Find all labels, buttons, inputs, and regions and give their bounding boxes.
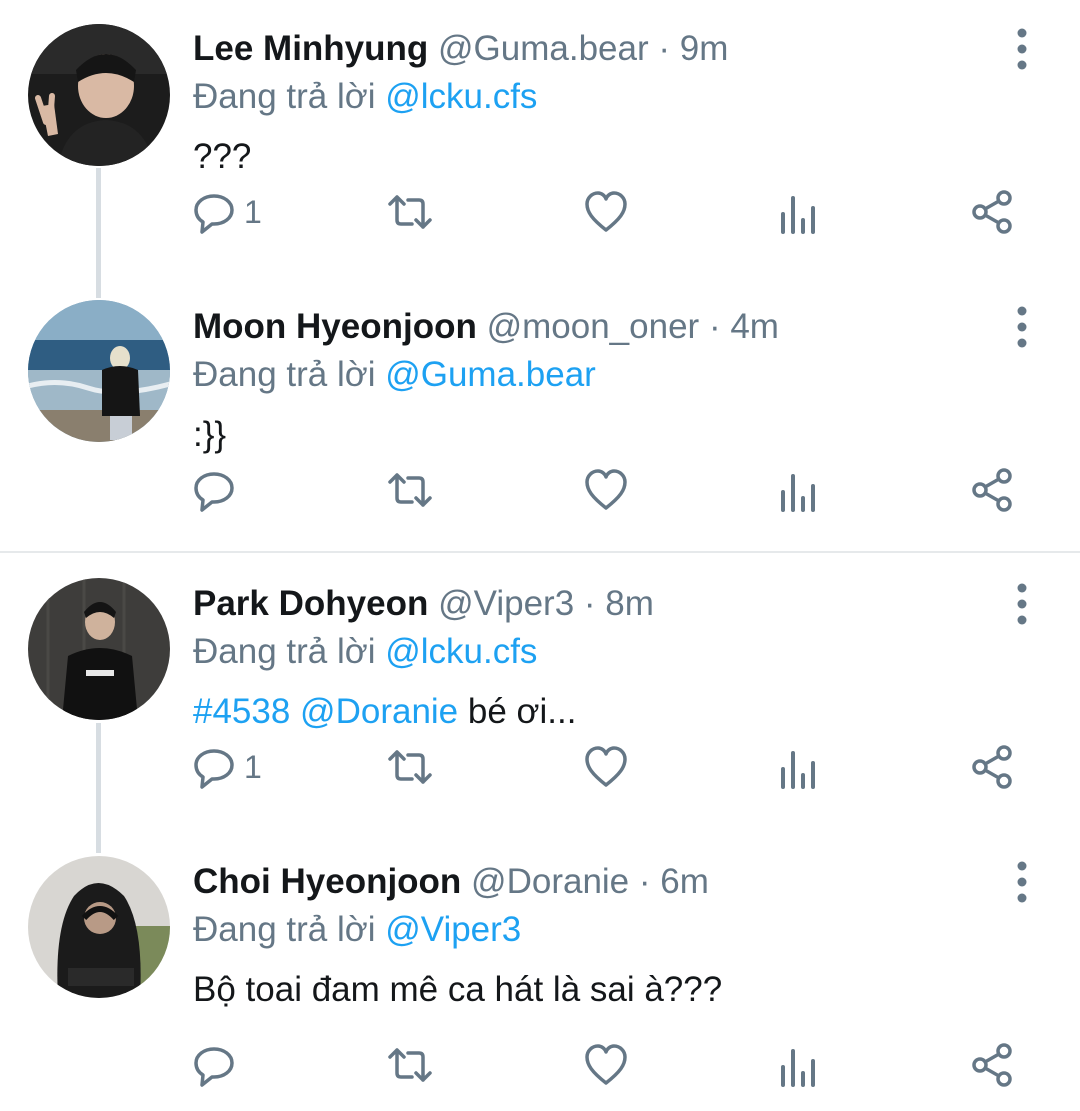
user-handle[interactable]: @Guma.bear <box>438 29 649 68</box>
tweet[interactable]: Park Dohyeon @Viper3 · 8m Đang trả lời @… <box>0 555 1080 833</box>
analytics-button[interactable] <box>778 1041 818 1089</box>
tweet[interactable]: Moon Hyeonjoon @moon_oner · 4m Đang trả … <box>0 278 1080 556</box>
tweet-text: ??? <box>193 137 252 176</box>
timestamp[interactable]: 9m <box>680 29 729 68</box>
display-name[interactable]: Park Dohyeon <box>193 584 428 623</box>
reply-icon <box>194 749 234 789</box>
more-options-icon[interactable] <box>1006 861 1038 903</box>
tweet-text-body: bé ơi... <box>458 692 577 731</box>
retweet-icon <box>388 1048 432 1082</box>
reply-count: 1 <box>244 193 262 230</box>
analytics-icon <box>781 196 815 234</box>
display-name[interactable]: Lee Minhyung <box>193 29 428 68</box>
like-button[interactable] <box>582 743 630 791</box>
analytics-icon <box>781 474 815 512</box>
user-handle[interactable]: @Viper3 <box>438 584 574 623</box>
avatar[interactable] <box>28 856 170 998</box>
reply-button[interactable] <box>190 466 244 514</box>
replying-to-label: Đang trả lời <box>193 355 376 394</box>
separator-dot: · <box>638 862 651 901</box>
share-icon <box>972 468 1012 512</box>
share-icon <box>972 1043 1012 1087</box>
action-bar: 1 <box>190 188 1050 236</box>
retweet-button[interactable] <box>384 466 436 514</box>
more-options-icon[interactable] <box>1006 583 1038 625</box>
separator-dot: · <box>583 584 596 623</box>
replying-to: Đang trả lời @Viper3 <box>193 907 521 953</box>
separator-dot: · <box>708 307 721 346</box>
reply-count: 1 <box>244 748 262 785</box>
retweet-icon <box>388 473 432 507</box>
share-icon <box>972 745 1012 789</box>
replying-to: Đang trả lời @lcku.cfs <box>193 629 537 675</box>
timestamp[interactable]: 6m <box>660 862 709 901</box>
like-button[interactable] <box>582 188 630 236</box>
reply-button[interactable]: 1 <box>190 188 262 236</box>
heart-icon <box>585 1044 627 1085</box>
retweet-button[interactable] <box>384 743 436 791</box>
display-name[interactable]: Choi Hyeonjoon <box>193 862 461 901</box>
retweet-icon <box>388 195 432 229</box>
replying-to-label: Đang trả lời <box>193 632 376 671</box>
replying-to-mention[interactable]: @lcku.cfs <box>385 77 537 116</box>
share-button[interactable] <box>970 466 1014 514</box>
replying-to-mention[interactable]: @lcku.cfs <box>385 632 537 671</box>
replying-to-label: Đang trả lời <box>193 910 376 949</box>
share-button[interactable] <box>970 743 1014 791</box>
action-bar <box>190 466 1050 514</box>
analytics-button[interactable] <box>778 188 818 236</box>
timestamp[interactable]: 4m <box>730 307 779 346</box>
action-bar: 1 <box>190 743 1050 791</box>
tweet-header: Park Dohyeon @Viper3 · 8m <box>193 581 654 627</box>
tweet[interactable]: Choi Hyeonjoon @Doranie · 6m Đang trả lờ… <box>0 833 1080 1111</box>
reply-button[interactable] <box>190 1041 244 1089</box>
analytics-button[interactable] <box>778 466 818 514</box>
replying-to-mention[interactable]: @Viper3 <box>385 910 521 949</box>
heart-icon <box>585 469 627 510</box>
hashtag-link[interactable]: #4538 <box>193 692 290 731</box>
separator-dot: · <box>658 29 671 68</box>
user-handle[interactable]: @Doranie <box>471 862 629 901</box>
avatar[interactable] <box>28 24 170 166</box>
reply-icon <box>194 1047 234 1087</box>
share-button[interactable] <box>970 1041 1014 1089</box>
action-bar <box>190 1041 1050 1089</box>
tweet-header: Choi Hyeonjoon @Doranie · 6m <box>193 859 709 905</box>
avatar[interactable] <box>28 300 170 442</box>
tweet[interactable]: Lee Minhyung @Guma.bear · 9m Đang trả lờ… <box>0 0 1080 278</box>
tweet-header: Moon Hyeonjoon @moon_oner · 4m <box>193 304 779 350</box>
like-button[interactable] <box>582 466 630 514</box>
heart-icon <box>585 746 627 787</box>
avatar[interactable] <box>28 578 170 720</box>
tweet-text: :}} <box>193 415 227 454</box>
like-button[interactable] <box>582 1041 630 1089</box>
share-button[interactable] <box>970 188 1014 236</box>
retweet-button[interactable] <box>384 188 436 236</box>
display-name[interactable]: Moon Hyeonjoon <box>193 307 477 346</box>
reply-button[interactable]: 1 <box>190 743 262 791</box>
replying-to: Đang trả lời @lcku.cfs <box>193 74 537 120</box>
more-options-icon[interactable] <box>1006 28 1038 70</box>
reply-icon <box>194 472 234 512</box>
user-handle[interactable]: @moon_oner <box>487 307 700 346</box>
reply-icon <box>194 194 234 234</box>
more-options-icon[interactable] <box>1006 306 1038 348</box>
replying-to: Đang trả lời @Guma.bear <box>193 352 596 398</box>
tweet-text: Bộ toai đam mê ca hát là sai à??? <box>193 970 723 1009</box>
replying-to-label: Đang trả lời <box>193 77 376 116</box>
timestamp[interactable]: 8m <box>605 584 654 623</box>
analytics-icon <box>781 751 815 789</box>
retweet-button[interactable] <box>384 1041 436 1089</box>
share-icon <box>972 190 1012 234</box>
tweet-text: #4538 @Doranie bé ơi... <box>193 689 576 735</box>
replying-to-mention[interactable]: @Guma.bear <box>385 355 596 394</box>
analytics-icon <box>781 1049 815 1087</box>
heart-icon <box>585 191 627 232</box>
mention-link[interactable]: @Doranie <box>290 692 458 731</box>
tweet-header: Lee Minhyung @Guma.bear · 9m <box>193 26 728 72</box>
retweet-icon <box>388 750 432 784</box>
analytics-button[interactable] <box>778 743 818 791</box>
